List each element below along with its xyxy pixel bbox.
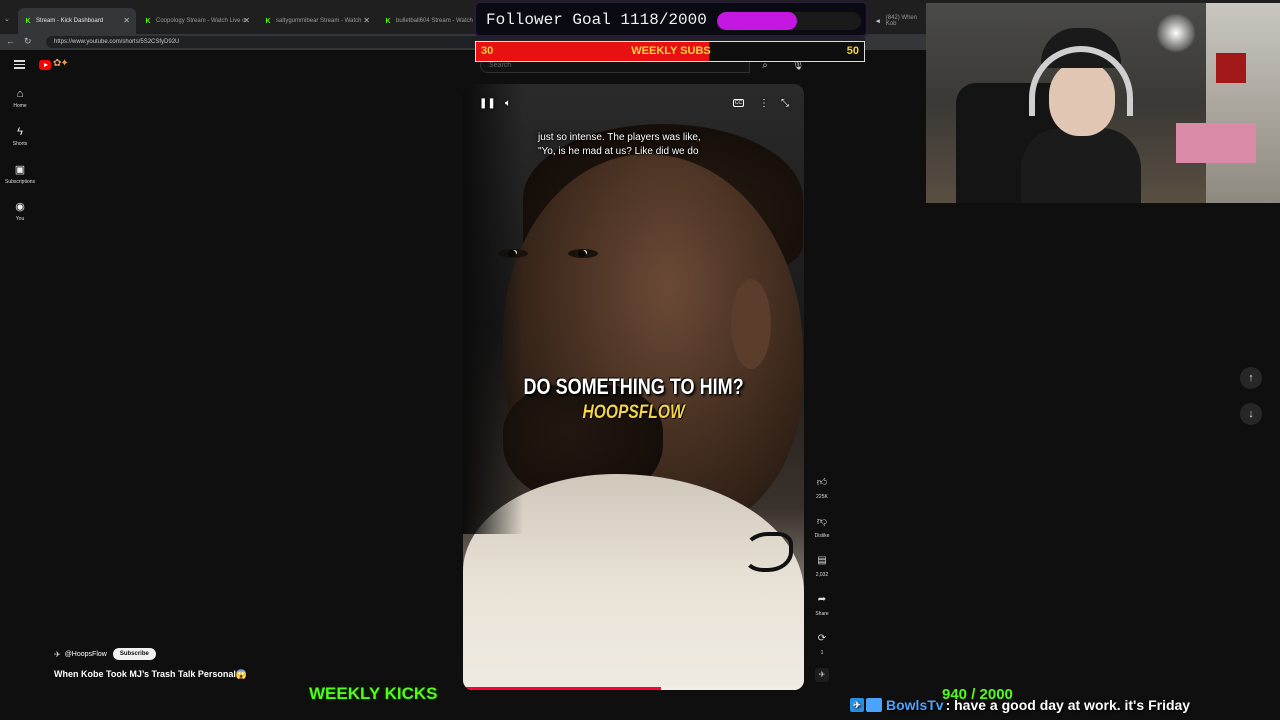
tab-title: Coopology Stream - Watch Live o [156,18,246,24]
arrow-down-icon: ↓ [1248,408,1254,420]
tab-title: Stream - Kick Dashboard [36,18,104,24]
previous-short-button[interactable]: ↑ [1240,367,1262,389]
subscribe-button[interactable]: Subscribe [112,648,156,660]
dislike-label: Dislike [814,533,830,539]
follower-goal-overlay: Follower Goal 1118/2000 [474,1,868,37]
channel-handle[interactable]: @HoopsFlow [65,651,107,658]
pause-icon[interactable]: ❚❚ [479,98,496,109]
webcam-light [1156,13,1196,53]
sidebar-item-home[interactable]: ⌂ Home [0,88,40,109]
back-arrow-icon[interactable]: ← [6,36,15,46]
kick-favicon-icon: K [265,17,271,25]
menu-icon[interactable] [14,60,25,69]
hoodie-logo-icon [743,532,793,572]
kick-favicon-icon: K [145,17,151,25]
comments-button[interactable]: ▤ 2,032 [810,552,834,578]
youtube-doodle-icon[interactable]: ✿✦ [53,58,69,69]
tab-search-icon[interactable]: ⌄ [4,15,10,23]
you-icon: ◉ [15,201,25,213]
remix-icon: ⟳ [817,633,827,644]
sidebar-item-label: You [15,216,25,222]
thumbs-down-icon: 👎︎ [816,516,828,527]
tab-title: (842) When Kob [885,15,918,27]
sidebar-item-shorts[interactable]: ϟ Shorts [0,126,40,147]
burned-in-subtitle: DO SOMETHING TO HIM? [523,374,744,399]
volume-icon[interactable]: 🔈︎ [505,98,511,109]
browser-tab-kick-dashboard[interactable]: K Stream - Kick Dashboard ✕ [18,8,136,34]
subscriptions-icon: ▣ [14,164,26,176]
speaker-icon: ◂ [876,18,880,25]
comment-icon: ▤ [817,555,827,566]
weekly-subs-label: WEEKLY SUBS [631,45,711,57]
dislike-button[interactable]: 👎︎ Dislike [810,513,834,539]
screen: ⌄ K Stream - Kick Dashboard ✕ K Coopolog… [0,0,1280,720]
webcam-window [1206,3,1280,203]
follower-goal-bar [717,12,861,30]
webcam-streamer [1021,28,1141,203]
reload-icon[interactable]: ↻ [24,36,32,47]
remix-button[interactable]: ⟳ 1 [810,630,834,656]
auto-caption: just so intense. The players was like, "… [538,131,738,159]
browser-tab-bulletball[interactable]: K bulletball604 Stream - Watch [378,8,474,34]
close-tab-icon[interactable]: ✕ [123,16,130,25]
next-short-button[interactable]: ↓ [1240,403,1262,425]
kick-favicon-icon: K [385,17,391,25]
shorts-icon: ϟ [17,126,23,138]
youtube-logo-icon[interactable] [39,60,51,70]
share-icon: ➦ [817,594,827,605]
video-frame-ear [731,279,771,369]
weekly-subs-target: 50 [846,45,859,57]
remix-label: 1 [820,650,824,656]
video-frame-eye [568,249,598,258]
chat-badge-icon: ✈ [850,698,864,712]
tab-title: bulletball604 Stream - Watch [396,18,473,24]
weekly-subs-overlay: 30 WEEKLY SUBS 50 [475,41,865,62]
chat-sub-badge-icon [866,698,882,712]
channel-avatar-icon[interactable]: ✈ [54,650,61,659]
chat-message: ✈ BowlsTv : have a good day at work. it'… [850,697,1190,713]
comments-label: 2,032 [815,572,829,578]
follower-goal-label: Follower Goal 1118/2000 [486,11,707,29]
video-title[interactable]: When Kobe Took MJ’s Trash Talk Personal😱 [54,669,247,680]
webcam-gaming-chair [1216,53,1246,83]
browser-tab-saltygummibear[interactable]: K saltygummibear Stream - Watch ✕ [258,8,376,34]
sidebar-item-label: Home [13,103,27,109]
streamer-shirt [1021,128,1141,203]
share-label: Share [815,611,829,617]
sidebar-item-you[interactable]: ◉ You [0,200,40,222]
chat-username: BowlsTv [886,697,944,713]
burned-in-brand: HOOPSFLOW [582,402,685,423]
video-shadow [463,84,523,534]
kick-favicon-icon: K [25,17,31,25]
more-options-icon[interactable]: ⋮ [759,98,769,109]
chat-text: : have a good day at work. it's Friday [945,697,1191,713]
close-tab-icon[interactable]: ✕ [243,16,250,25]
fullscreen-icon[interactable]: ⤡ [781,98,789,109]
browser-tab-coopology[interactable]: K Coopology Stream - Watch Live o ✕ [138,8,256,34]
video-progress-bar[interactable] [463,687,804,690]
channel-row: ✈ @HoopsFlow Subscribe [54,648,156,660]
webcam-feed [926,3,1280,203]
sidebar-item-label: Subscriptions [4,179,35,185]
browser-tab-youtube[interactable]: ◂ (842) When Kob [868,8,928,34]
close-tab-icon[interactable]: ✕ [363,16,370,25]
sidebar-item-label: Shorts [12,141,28,147]
like-button[interactable]: 👍︎ 225K [810,474,834,500]
thumbs-up-icon: 👍︎ [816,477,828,488]
arrow-up-icon: ↑ [1248,372,1254,384]
home-icon: ⌂ [16,88,24,100]
follower-goal-fill [717,12,798,30]
share-button[interactable]: ➦ Share [810,591,834,617]
weekly-kicks-label: WEEKLY KICKS [309,684,438,703]
tab-title: saltygummibear Stream - Watch [276,18,362,24]
sound-avatar-icon[interactable]: ✈ [815,668,829,682]
video-progress-fill [463,687,661,690]
sidebar-item-subscriptions[interactable]: ▣ Subscriptions [0,163,40,185]
shorts-video-player[interactable]: ❚❚ 🔈︎ CC ⋮ ⤡ just so intense. The player… [463,84,804,690]
caption-line: "Yo, is he mad at us? Like did we do [538,146,699,157]
captions-icon[interactable]: CC [733,99,744,107]
caption-line: just so intense. The players was like, [538,132,701,143]
like-label: 225K [816,494,828,500]
webcam-pink-bin [1176,123,1256,163]
